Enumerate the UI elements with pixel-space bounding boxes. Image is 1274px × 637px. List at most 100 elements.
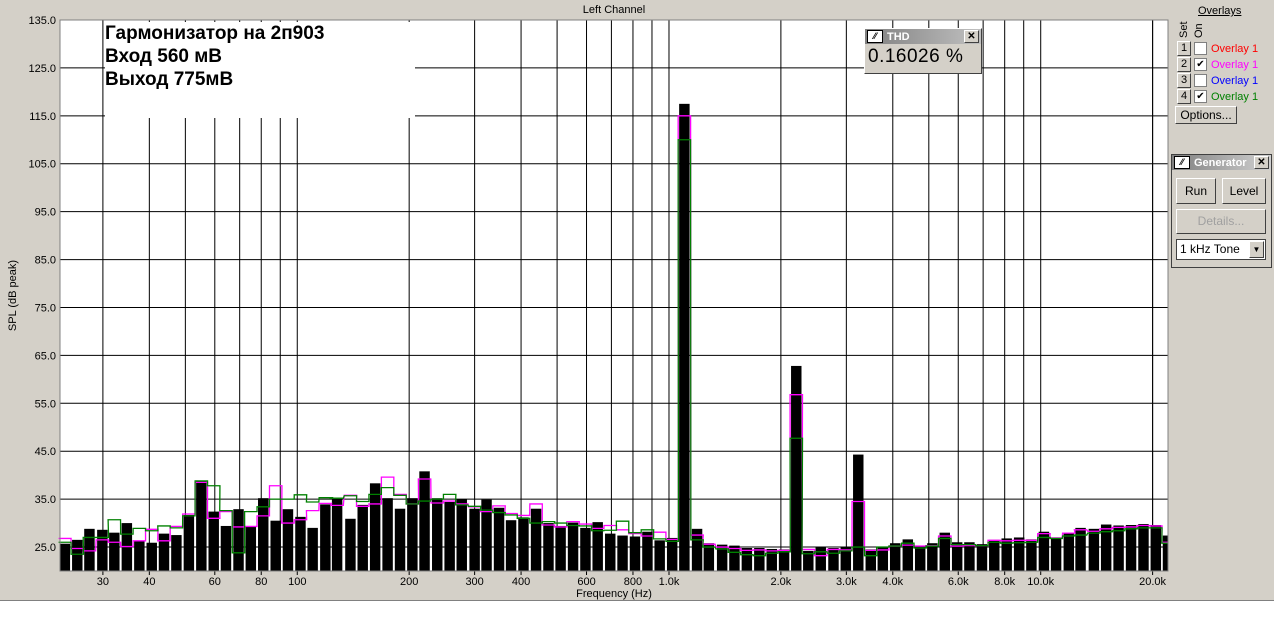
spectrum-bar <box>394 508 406 571</box>
spectrum-bar <box>258 498 269 571</box>
y-tick-label: 135.0 <box>28 15 56 27</box>
run-button[interactable]: Run <box>1176 178 1216 204</box>
chevron-down-icon[interactable]: ▼ <box>1249 241 1264 258</box>
waveform-icon: ⁄⁄ <box>867 30 883 43</box>
spectrum-bar <box>629 536 641 571</box>
spectrum-bar <box>654 540 665 571</box>
spectrum-bar <box>914 547 926 571</box>
x-tick-label: 20.0k <box>1139 576 1166 588</box>
y-tick-label: 65.0 <box>35 350 56 362</box>
spectrum-bar <box>964 542 975 571</box>
spectrum-bar <box>357 504 368 571</box>
overlay-checkbox[interactable]: ✔ <box>1194 90 1207 103</box>
overlay-checkbox[interactable] <box>1194 74 1207 87</box>
spectrum-bar <box>530 508 542 571</box>
x-axis-label: Frequency (Hz) <box>576 588 652 600</box>
x-tick-label: 1.0k <box>659 576 680 588</box>
x-tick-label: 10.0k <box>1027 576 1054 588</box>
spectrum-bar <box>518 517 529 571</box>
spectrum-bar <box>146 542 157 571</box>
spectrum-bar <box>902 539 914 571</box>
y-tick-label: 75.0 <box>35 302 56 314</box>
spectrum-bar <box>84 528 95 571</box>
spectrum-bar <box>679 103 690 571</box>
x-tick-label: 300 <box>465 576 483 588</box>
x-tick-label: 6.0k <box>948 576 969 588</box>
overlay-checkbox[interactable] <box>1194 42 1207 55</box>
spectrum-bar <box>444 502 455 571</box>
spectrum-bar <box>208 511 219 571</box>
y-tick-label: 25.0 <box>35 542 56 554</box>
overlay-row: 1 Overlay 1 <box>1177 41 1258 56</box>
spectrum-bar <box>456 499 467 571</box>
overlay-set-button[interactable]: 3 <box>1177 73 1191 88</box>
spectrum-bar <box>345 518 356 571</box>
x-tick-label: 30 <box>97 576 109 588</box>
spectrum-bar <box>989 539 1000 571</box>
close-icon[interactable]: ✕ <box>964 30 979 43</box>
thd-titlebar[interactable]: ⁄⁄ THD ✕ <box>865 29 981 44</box>
spectrum-bar <box>307 527 318 571</box>
spectrum-bar <box>245 526 257 571</box>
spectrum-bar <box>791 365 802 571</box>
annotation-line: Вход 560 мВ <box>105 46 223 67</box>
spectrum-bar <box>729 545 740 571</box>
spectrum-bar <box>233 509 244 571</box>
y-tick-label: 105.0 <box>28 159 56 171</box>
y-tick-label: 125.0 <box>28 63 56 75</box>
spectrum-bar <box>282 509 294 571</box>
y-tick-label: 55.0 <box>35 398 56 410</box>
tone-select-value: 1 kHz Tone <box>1180 242 1240 256</box>
spectrum-bar <box>766 548 777 571</box>
tone-select[interactable]: 1 kHz Tone ▼ <box>1176 239 1266 260</box>
spectrum-bar <box>270 520 281 571</box>
spectrum-bar <box>666 537 678 571</box>
y-tick-label: 35.0 <box>35 494 56 506</box>
thd-window[interactable]: ⁄⁄ THD ✕ 0.16026 % <box>864 28 982 74</box>
close-icon[interactable]: ✕ <box>1254 156 1269 169</box>
spectrum-bar <box>592 522 603 571</box>
overlays-title: Overlays <box>1198 5 1242 17</box>
spectrum-bar <box>109 532 120 571</box>
overlay-label: Overlay 1 <box>1211 74 1259 87</box>
spectrum-bar <box>183 514 195 571</box>
details-button[interactable]: Details... <box>1176 209 1266 234</box>
spectrum-bar <box>331 499 343 571</box>
spectrum-bar <box>976 544 988 571</box>
overlay-row: 2 ✔ Overlay 1 <box>1177 57 1258 72</box>
y-tick-label: 85.0 <box>35 255 56 267</box>
spectrum-bar <box>158 533 170 571</box>
spectrum-bar <box>72 539 83 571</box>
annotation-box: Гармонизатор на 2п903 Вход 560 мВ Выход … <box>105 22 415 118</box>
spectrum-bar <box>1125 525 1137 571</box>
on-column-label: On <box>1193 23 1205 38</box>
spectrum-bar <box>1150 525 1162 571</box>
spectrum-bar <box>469 508 480 571</box>
overlay-label: Overlay 1 <box>1211 42 1259 55</box>
x-tick-label: 60 <box>209 576 221 588</box>
options-button[interactable]: Options... <box>1175 106 1237 124</box>
spectrum-bar <box>419 471 430 571</box>
spectrum-bar <box>853 454 864 571</box>
spectrum-bar <box>134 541 145 571</box>
x-tick-label: 3.0k <box>836 576 857 588</box>
overlay-set-button[interactable]: 1 <box>1177 41 1191 56</box>
spectrum-bar <box>493 507 505 571</box>
spectrum-bar <box>877 547 889 571</box>
spectrum-bar <box>642 531 653 571</box>
waveform-icon: ⁄⁄ <box>1174 156 1190 169</box>
spectrum-bar <box>369 483 381 571</box>
spectrum-bar <box>196 480 207 571</box>
overlay-set-button[interactable]: 4 <box>1177 89 1191 104</box>
overlay-checkbox[interactable]: ✔ <box>1194 58 1207 71</box>
y-tick-label: 45.0 <box>35 446 56 458</box>
spectrum-bar <box>1075 527 1086 571</box>
spectrum-bar <box>320 504 331 571</box>
x-tick-label: 80 <box>255 576 267 588</box>
x-tick-label: 2.0k <box>770 576 791 588</box>
generator-titlebar[interactable]: ⁄⁄ Generator ✕ <box>1172 155 1271 170</box>
level-button[interactable]: Level <box>1222 178 1266 204</box>
spectrum-bar <box>828 548 839 571</box>
spectrum-bar <box>407 498 418 571</box>
overlay-set-button[interactable]: 2 <box>1177 57 1191 72</box>
